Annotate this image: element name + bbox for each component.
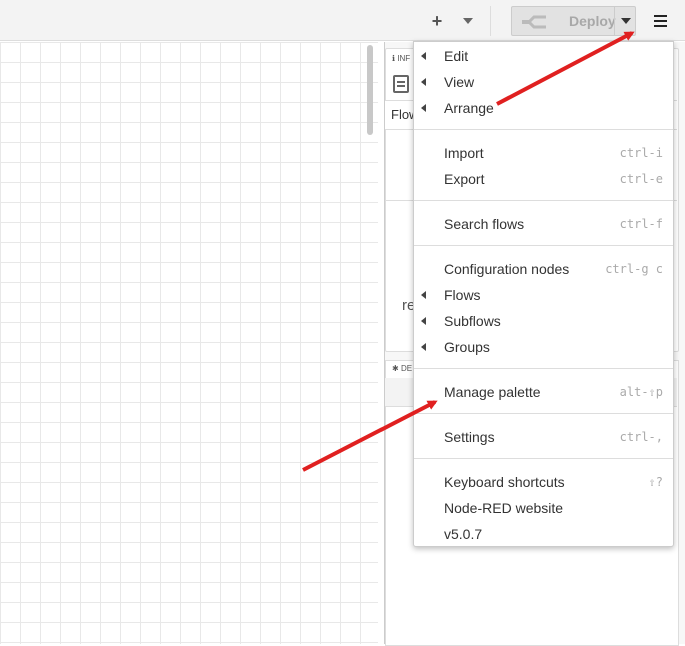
menu-item-search-flows[interactable]: Search flows ctrl-f <box>414 211 673 237</box>
menu-item-shortcut: ctrl-, <box>619 430 663 444</box>
menu-item-version: v5.0.7 <box>414 521 673 547</box>
menu-item-settings[interactable]: Settings ctrl-, <box>414 424 673 450</box>
debug-tab[interactable]: ✱ DE <box>392 364 412 373</box>
menu-item-label: Search flows <box>444 216 525 232</box>
menu-item-label: Groups <box>444 339 490 355</box>
menu-item-manage-palette[interactable]: Manage palette alt-⇧p <box>414 379 673 405</box>
chevron-down-icon <box>621 18 631 24</box>
main-menu: Edit View Arrange Import ctrl-i Export c… <box>413 41 674 547</box>
menu-item-edit[interactable]: Edit <box>414 43 673 69</box>
workspace-scrollbar[interactable] <box>367 45 373 135</box>
flow-workspace[interactable] <box>0 42 378 644</box>
deploy-button[interactable]: Deploy <box>511 6 636 36</box>
hamburger-icon-bar <box>653 25 667 27</box>
submenu-arrow-icon <box>421 52 426 60</box>
deploy-icon <box>522 15 546 29</box>
submenu-arrow-icon <box>421 317 426 325</box>
header-bar: + Deploy <box>0 0 685 41</box>
menu-item-configuration-nodes[interactable]: Configuration nodes ctrl-g c <box>414 256 673 282</box>
menu-divider <box>414 129 673 130</box>
menu-item-label: Subflows <box>444 313 501 329</box>
menu-item-label: Manage palette <box>444 384 541 400</box>
info-tab-label: INF <box>397 54 411 63</box>
menu-divider <box>414 368 673 369</box>
plus-icon: + <box>431 10 443 31</box>
menu-divider <box>414 245 673 246</box>
menu-item-label: Node-RED website <box>444 500 564 516</box>
version-label: v5.0.7 <box>444 526 483 542</box>
menu-item-label: View <box>444 74 475 90</box>
menu-divider <box>414 200 673 201</box>
menu-item-shortcut: ctrl-i <box>619 146 663 160</box>
menu-item-shortcut: ⇧? <box>648 475 663 489</box>
debug-tab-label: DE <box>400 364 413 373</box>
menu-item-shortcut: ctrl-f <box>619 217 663 231</box>
info-tab[interactable]: ℹ INF <box>392 54 410 63</box>
submenu-arrow-icon <box>421 78 426 86</box>
submenu-arrow-icon <box>421 343 426 351</box>
submenu-arrow-icon <box>421 104 426 112</box>
menu-item-label: Configuration nodes <box>444 261 570 277</box>
menu-item-import[interactable]: Import ctrl-i <box>414 140 673 166</box>
main-menu-button[interactable] <box>646 8 674 34</box>
menu-item-label: Keyboard shortcuts <box>444 474 565 490</box>
menu-item-label: Flows <box>444 287 481 303</box>
menu-item-label: Export <box>444 171 485 187</box>
menu-item-arrange[interactable]: Arrange <box>414 95 673 121</box>
menu-item-node-red-website[interactable]: Node-RED website <box>414 495 673 521</box>
deploy-label: Deploy <box>569 13 616 29</box>
menu-item-groups[interactable]: Groups <box>414 334 673 360</box>
header-divider <box>490 6 491 36</box>
hamburger-icon-bar <box>653 20 667 22</box>
submenu-arrow-icon <box>421 291 426 299</box>
menu-item-shortcut: ctrl-e <box>619 172 663 186</box>
menu-item-shortcut: ctrl-g c <box>605 262 663 276</box>
hamburger-icon <box>653 15 667 17</box>
deploy-options-button[interactable] <box>614 6 637 36</box>
menu-divider <box>414 413 673 414</box>
menu-item-label: Edit <box>444 48 469 64</box>
add-flow-button[interactable]: + <box>425 8 449 34</box>
menu-item-flows[interactable]: Flows <box>414 282 673 308</box>
menu-item-subflows[interactable]: Subflows <box>414 308 673 334</box>
menu-item-view[interactable]: View <box>414 69 673 95</box>
chevron-down-icon <box>463 18 473 24</box>
menu-item-export[interactable]: Export ctrl-e <box>414 166 673 192</box>
menu-divider <box>414 458 673 459</box>
flow-options-button[interactable] <box>456 8 480 34</box>
menu-item-label: Arrange <box>444 100 494 116</box>
menu-item-label: Settings <box>444 429 495 445</box>
menu-item-keyboard-shortcuts[interactable]: Keyboard shortcuts ⇧? <box>414 469 673 495</box>
menu-item-label: Import <box>444 145 484 161</box>
flow-list-icon[interactable] <box>393 75 409 93</box>
menu-item-shortcut: alt-⇧p <box>619 385 663 399</box>
